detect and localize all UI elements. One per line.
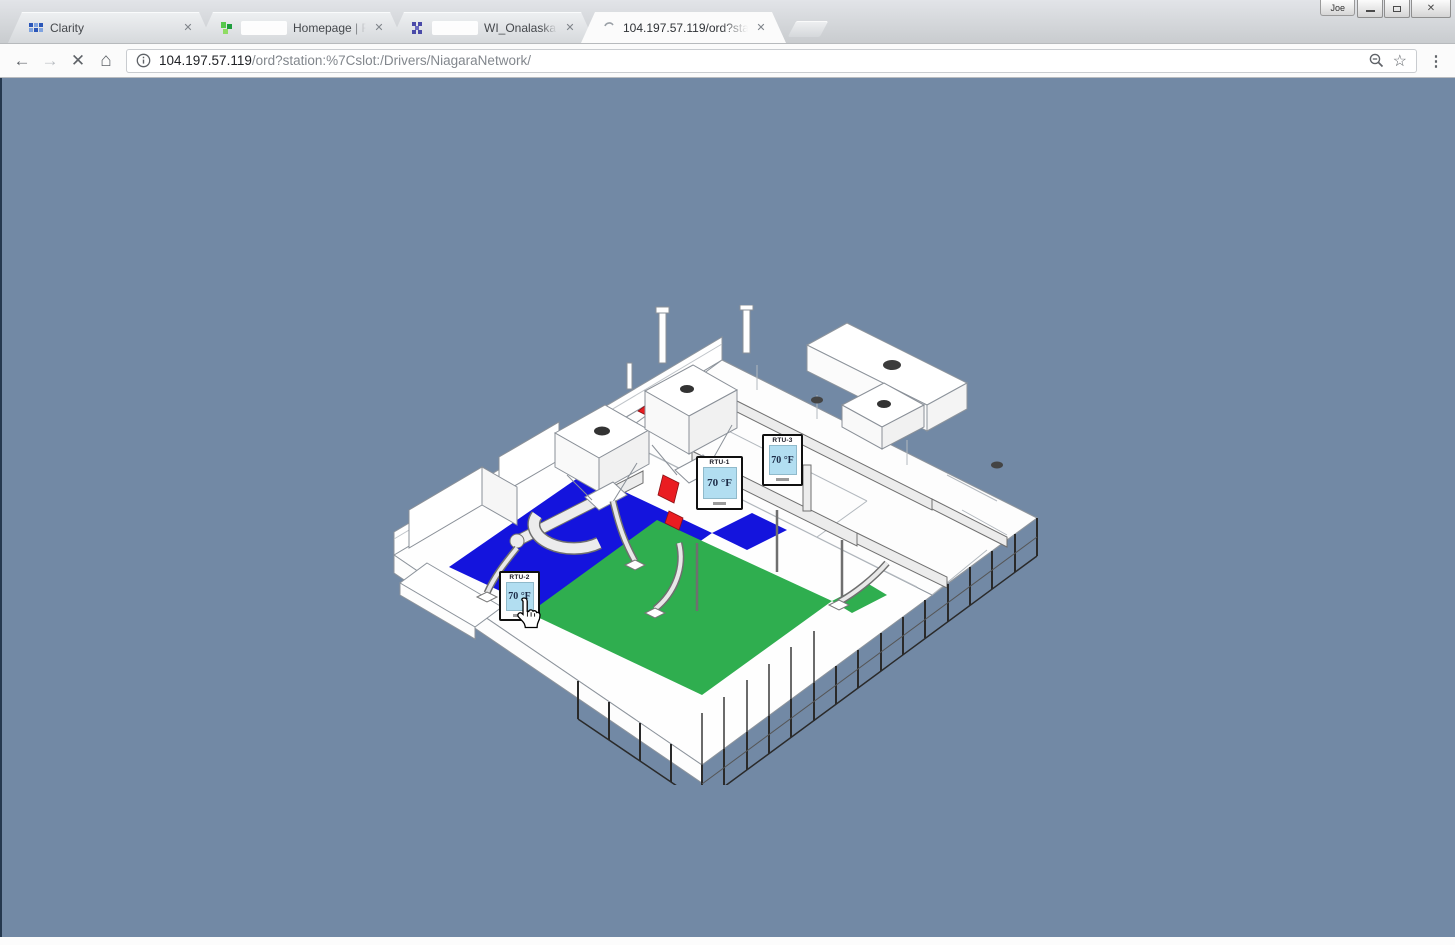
bookmark-star-icon[interactable]: ☆ (1393, 51, 1407, 71)
thermostat-label: RTU-3 (764, 436, 801, 445)
thermostat-rtu-3[interactable]: RTU-3 70 °F (762, 434, 803, 486)
fsg-favicon-icon (219, 20, 235, 36)
maximize-icon (1393, 6, 1401, 12)
home-button[interactable]: ⌂ (92, 46, 120, 76)
tab-strip: Clarity ✕ Homepage | FSG ✕ WI_Onalaska ✕… (8, 12, 824, 43)
new-tab-button[interactable] (788, 21, 829, 37)
roof-vent (883, 360, 901, 370)
minimize-button[interactable] (1357, 0, 1383, 18)
tab-close-icon[interactable]: ✕ (181, 21, 195, 34)
browser-titlebar: Clarity ✕ Homepage | FSG ✕ WI_Onalaska ✕… (0, 0, 1455, 44)
tab-homepage-fsg[interactable]: Homepage | FSG ✕ (199, 12, 404, 43)
url-host: 104.197.57.119 (159, 53, 252, 68)
redaction-box (432, 21, 478, 35)
tab-wi-onalaska[interactable]: WI_Onalaska ✕ (390, 12, 595, 43)
tab-title: WI_Onalaska (484, 21, 557, 35)
page-content: RTU-1 70 °F RTU-2 70 °F RTU-3 70 °F (0, 78, 1455, 937)
tab-close-icon[interactable]: ✕ (372, 21, 386, 34)
thermostat-rtu-1[interactable]: RTU-1 70 °F (696, 456, 743, 510)
back-button[interactable]: ← (8, 46, 36, 76)
page-info-icon[interactable] (136, 53, 151, 68)
tab-title: Homepage | FSG (293, 21, 366, 35)
maximize-button[interactable] (1384, 0, 1410, 18)
tab-title: 104.197.57.119/ord?stati (623, 21, 748, 35)
duct-drop (803, 465, 811, 511)
tab-clarity[interactable]: Clarity ✕ (8, 12, 213, 43)
browser-toolbar: ← → ✕ ⌂ 104.197.57.119/ord?station:%7Csl… (0, 44, 1455, 78)
grid-favicon-icon (410, 20, 426, 36)
address-bar[interactable]: 104.197.57.119/ord?station:%7Cslot:/Driv… (126, 49, 1417, 73)
building-isometric-view (387, 305, 1047, 785)
tab-active-station[interactable]: 104.197.57.119/ord?stati ✕ (581, 12, 786, 43)
tab-close-icon[interactable]: ✕ (563, 21, 577, 34)
thermostat-label: RTU-2 (501, 573, 538, 582)
tab-close-icon[interactable]: ✕ (754, 21, 768, 34)
roof-vent (991, 462, 1003, 469)
close-button[interactable]: ✕ (1411, 0, 1451, 18)
tab-title: Clarity (50, 21, 175, 35)
hand-cursor-icon (513, 596, 543, 634)
url-path: /ord?station:%7Cslot:/Drivers/NiagaraNet… (252, 53, 531, 68)
minimize-icon (1366, 10, 1375, 12)
redaction-box (241, 21, 287, 35)
zoom-out-icon[interactable] (1368, 52, 1385, 69)
window-controls: ✕ (1356, 0, 1451, 18)
forward-button[interactable]: → (36, 46, 64, 76)
default-favicon-icon (601, 20, 617, 36)
thermostat-button-bar (713, 502, 726, 505)
clarity-favicon-icon (28, 20, 44, 36)
profile-button[interactable]: Joe (1320, 0, 1355, 16)
roof-vent (811, 397, 823, 404)
duct-elbow (510, 534, 524, 548)
thermostat-label: RTU-1 (698, 458, 741, 467)
bottom-strip (0, 937, 1455, 945)
thermostat-screen: 70 °F (703, 467, 737, 499)
stop-button[interactable]: ✕ (64, 46, 92, 76)
browser-menu-icon[interactable]: ⋮ (1425, 52, 1447, 70)
thermostat-screen: 70 °F (769, 445, 797, 475)
thermostat-button-bar (776, 478, 789, 481)
url-text: 104.197.57.119/ord?station:%7Cslot:/Driv… (159, 53, 531, 68)
